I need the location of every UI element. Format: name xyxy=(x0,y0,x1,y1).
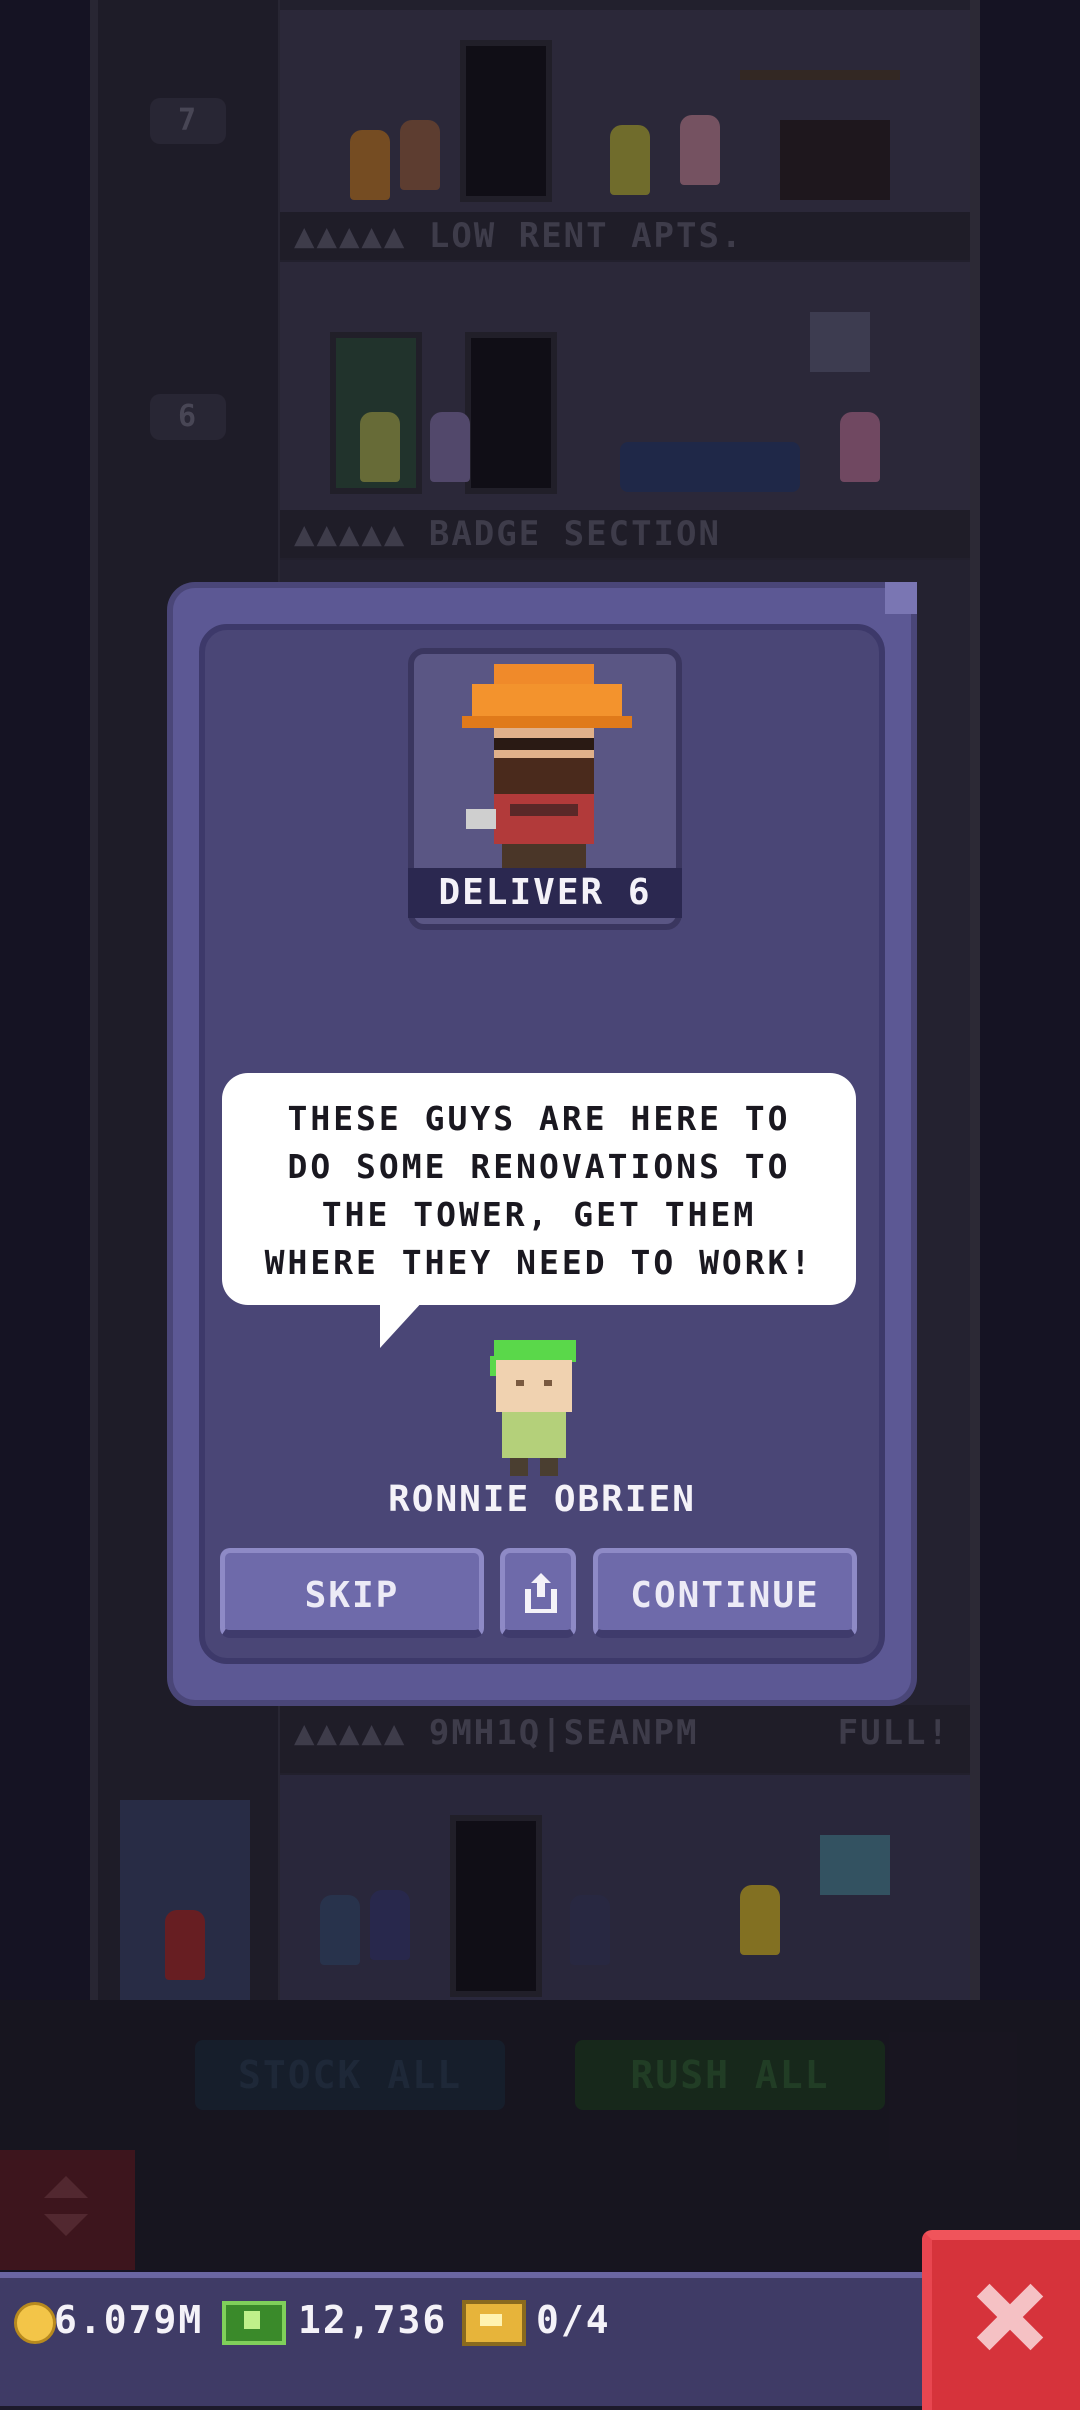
continue-button[interactable]: CONTINUE xyxy=(593,1548,857,1638)
mission-label: DELIVER 6 xyxy=(408,868,682,918)
npc-name: RONNIE OBRIEN xyxy=(388,1479,696,1520)
ticket-icon xyxy=(462,2300,526,2346)
coin-count: 6.079M xyxy=(54,2298,204,2342)
close-button[interactable] xyxy=(922,2230,1080,2410)
share-icon xyxy=(525,1573,557,1613)
share-button[interactable] xyxy=(500,1548,576,1638)
speech-bubble-tail xyxy=(380,1300,424,1348)
bux-icon xyxy=(222,2301,286,2345)
speech-text: THESE GUYS ARE HERE TO DO SOME RENOVATIO… xyxy=(264,1099,814,1282)
npc-avatar xyxy=(490,1340,580,1480)
ticket-count: 0/4 xyxy=(536,2298,611,2342)
skip-button[interactable]: SKIP xyxy=(220,1548,484,1638)
bux-count: 12,736 xyxy=(298,2298,448,2342)
speech-bubble: THESE GUYS ARE HERE TO DO SOME RENOVATIO… xyxy=(222,1073,856,1305)
coin-icon xyxy=(14,2302,56,2344)
